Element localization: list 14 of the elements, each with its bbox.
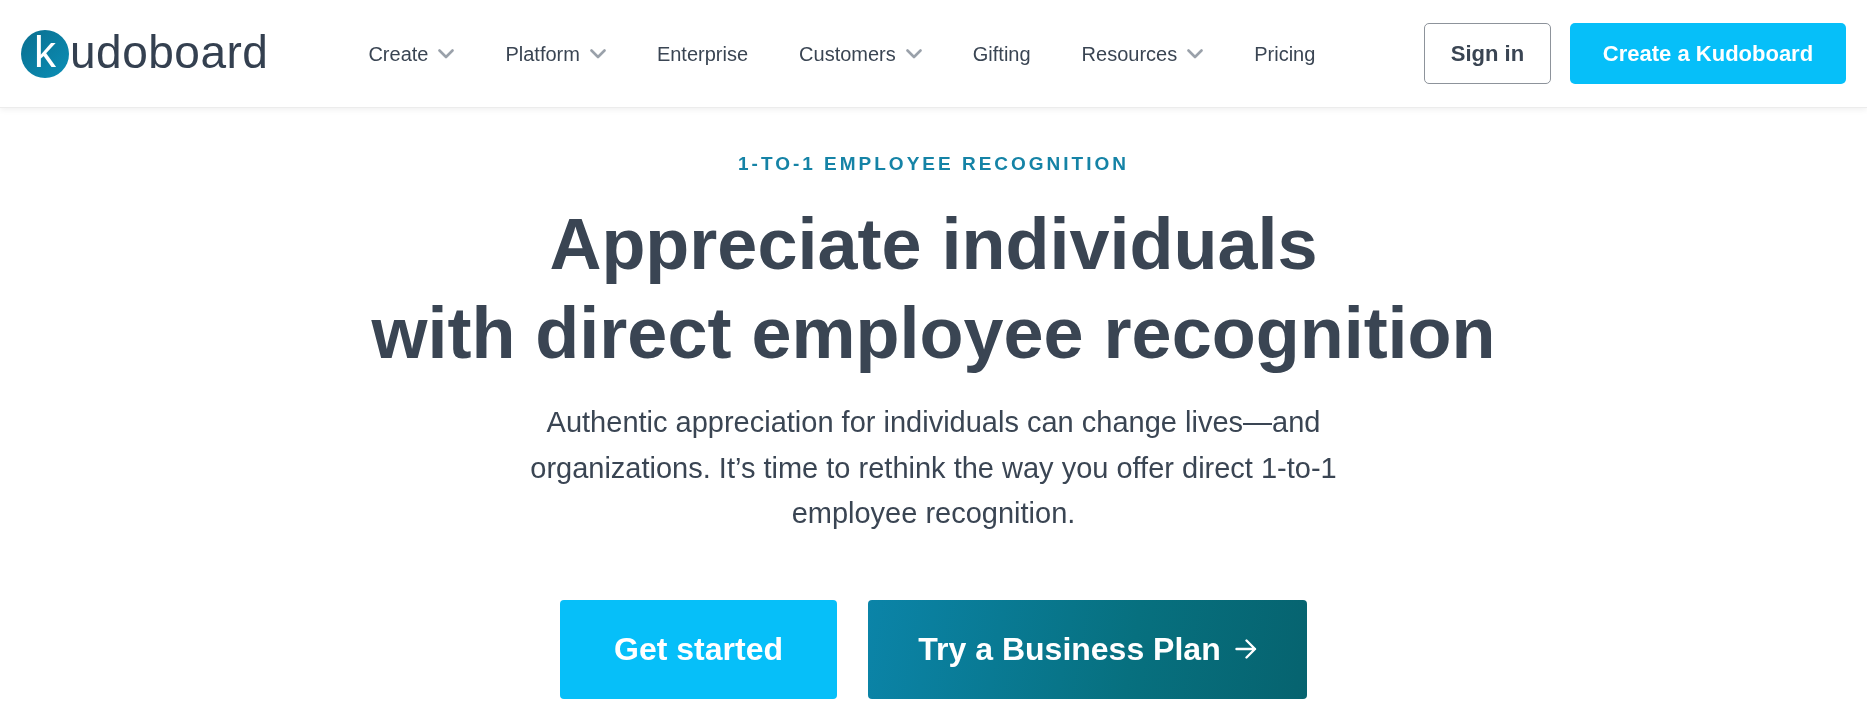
nav-link[interactable]: Platform (505, 38, 606, 69)
eyebrow-text: 1-TO-1 EMPLOYEE RECOGNITION (738, 154, 1129, 173)
logo-wordmark[interactable]: udoboard (70, 28, 269, 79)
nav-link[interactable]: Customers (799, 38, 922, 69)
nav-link[interactable]: Resources (1081, 38, 1204, 69)
logo-badge[interactable]: k (21, 29, 69, 78)
sign-in-button[interactable]: Sign in (1424, 23, 1551, 84)
nav-link[interactable]: Enterprise (656, 38, 749, 69)
business-plan-button[interactable]: Try a Business Plan (868, 599, 1307, 699)
hero-description: Authentic appreciation for individuals can change lives—and organizations. It’s time to rethink the way you offer direct 1-to-1 employee recognition. (529, 405, 1338, 531)
nav-link[interactable]: Pricing (1254, 38, 1316, 69)
hero-heading: Appreciate individuals with direct employee recognition (371, 203, 1496, 375)
nav-link[interactable]: Create (368, 38, 455, 69)
nav-link[interactable]: Gifting (972, 38, 1031, 69)
